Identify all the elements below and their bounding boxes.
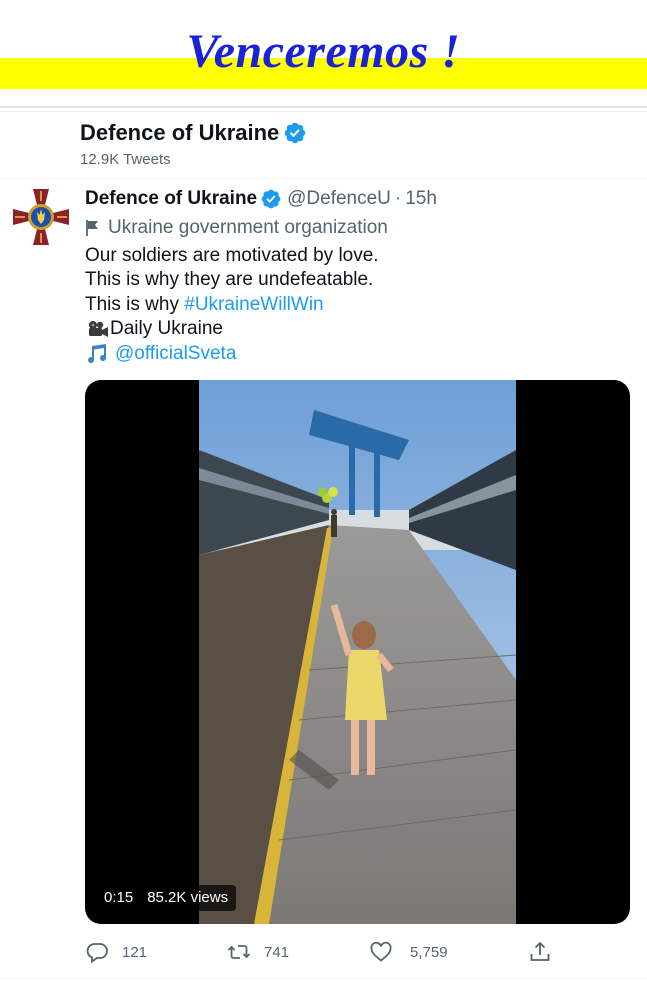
reply-icon <box>86 943 108 964</box>
divider <box>0 178 647 179</box>
verified-badge-icon <box>261 189 281 209</box>
video-frame <box>199 380 516 924</box>
hashtag-link[interactable]: #UkraineWillWin <box>184 293 323 317</box>
musical-notes-icon <box>88 343 107 363</box>
video-views: 85.2K views <box>147 889 229 906</box>
like-icon <box>370 941 392 962</box>
tweet-line: Daily Ukraine <box>85 317 379 341</box>
author-handle[interactable]: @DefenceU <box>287 186 391 212</box>
video-player[interactable]: 0:15 85.2K views <box>85 380 630 924</box>
tweet-count: 12.9K Tweets <box>80 151 171 168</box>
like-button[interactable]: 5,759 <box>369 934 448 970</box>
divider <box>0 106 647 108</box>
tweet-action-bar: 121 741 5,759 <box>85 934 565 970</box>
mention-link[interactable]: @officialSveta <box>115 342 236 366</box>
banner: Venceremos ! <box>0 0 647 112</box>
share-button[interactable] <box>528 934 552 970</box>
tweet-line: Our soldiers are motivated by love. <box>85 245 379 266</box>
reply-count: 121 <box>122 943 148 961</box>
retweet-count: 741 <box>264 943 290 961</box>
tweet-line-text: This is why <box>85 293 185 315</box>
reply-button[interactable]: 121 <box>85 934 147 970</box>
org-label: Ukraine government organization <box>108 217 388 238</box>
org-label-row: Ukraine government organization <box>85 216 388 240</box>
divider <box>0 111 647 112</box>
tweet-header: Defence of Ukraine @DefenceU · 15h <box>85 186 437 212</box>
verified-badge-icon <box>285 122 306 144</box>
movie-camera-icon <box>89 321 108 338</box>
banner-slogan: Venceremos ! <box>186 25 461 78</box>
retweet-button[interactable]: 741 <box>227 934 289 970</box>
share-icon <box>530 941 550 961</box>
avatar[interactable] <box>11 187 71 247</box>
tweet-text: Our soldiers are motivated by love. This… <box>85 244 379 366</box>
tweet-line: @officialSveta <box>85 342 379 366</box>
like-count: 5,759 <box>410 943 448 961</box>
author-name[interactable]: Defence of Ukraine <box>85 186 257 212</box>
tweet-line: This is why #UkraineWillWin <box>85 293 379 317</box>
video-duration: 0:15 <box>104 889 134 906</box>
divider <box>0 978 647 979</box>
cross-emblem-icon <box>13 189 69 245</box>
separator: · <box>394 188 402 209</box>
tweet-line-text: Daily Ukraine <box>110 318 223 340</box>
tweet-time[interactable]: 15h <box>405 186 437 212</box>
flag-icon <box>86 220 98 236</box>
profile-name: Defence of Ukraine <box>80 120 280 145</box>
video-stats-badge: 0:15 85.2K views <box>96 885 237 911</box>
tweet-line: This is why they are undefeatable. <box>85 269 374 291</box>
profile-header: Defence of Ukraine <box>80 118 307 148</box>
retweet-icon <box>227 945 251 959</box>
